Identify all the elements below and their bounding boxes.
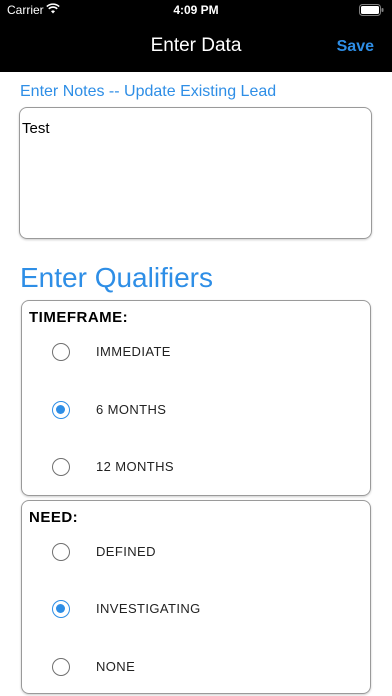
save-button[interactable]: Save — [337, 38, 374, 56]
nav-header: Carrier 4:09 PM Enter Data Save — [0, 0, 392, 72]
option-label: 6 MONTHS — [96, 402, 167, 417]
need-option-investigating[interactable]: INVESTIGATING — [52, 594, 352, 622]
option-label: 12 MONTHS — [96, 459, 175, 474]
timeframe-option-immediate[interactable]: IMMEDIATE — [52, 337, 352, 365]
option-label: IMMEDIATE — [96, 344, 171, 359]
timeframe-title: TIMEFRAME: — [29, 309, 129, 326]
need-option-none[interactable]: NONE — [52, 652, 352, 680]
status-bar: Carrier 4:09 PM — [0, 0, 392, 20]
option-label: DEFINED — [96, 544, 156, 559]
page-title: Enter Data — [150, 35, 242, 56]
timeframe-option-12-months[interactable]: 12 MONTHS — [52, 452, 352, 480]
timeframe-option-6-months[interactable]: 6 MONTHS — [52, 395, 352, 423]
battery-icon — [359, 4, 384, 16]
need-title: NEED: — [29, 509, 79, 526]
option-label: INVESTIGATING — [96, 601, 201, 616]
qualifiers-heading: Enter Qualifiers — [20, 262, 213, 293]
need-group: NEED: DEFINED INVESTIGATING NONE — [21, 500, 371, 694]
timeframe-group: TIMEFRAME: IMMEDIATE 6 MONTHS 12 MONTHS — [21, 300, 371, 496]
status-time: 4:09 PM — [173, 3, 219, 17]
option-label: NONE — [96, 659, 136, 674]
radio-button-selected[interactable] — [52, 600, 70, 618]
notes-textarea[interactable]: Test — [19, 107, 372, 239]
radio-button[interactable] — [52, 343, 70, 361]
radio-button[interactable] — [52, 458, 70, 476]
radio-button-selected[interactable] — [52, 401, 70, 419]
radio-button[interactable] — [52, 543, 70, 561]
radio-button[interactable] — [52, 658, 70, 676]
need-option-defined[interactable]: DEFINED — [52, 537, 352, 565]
notes-label: Enter Notes -- Update Existing Lead — [20, 83, 277, 100]
